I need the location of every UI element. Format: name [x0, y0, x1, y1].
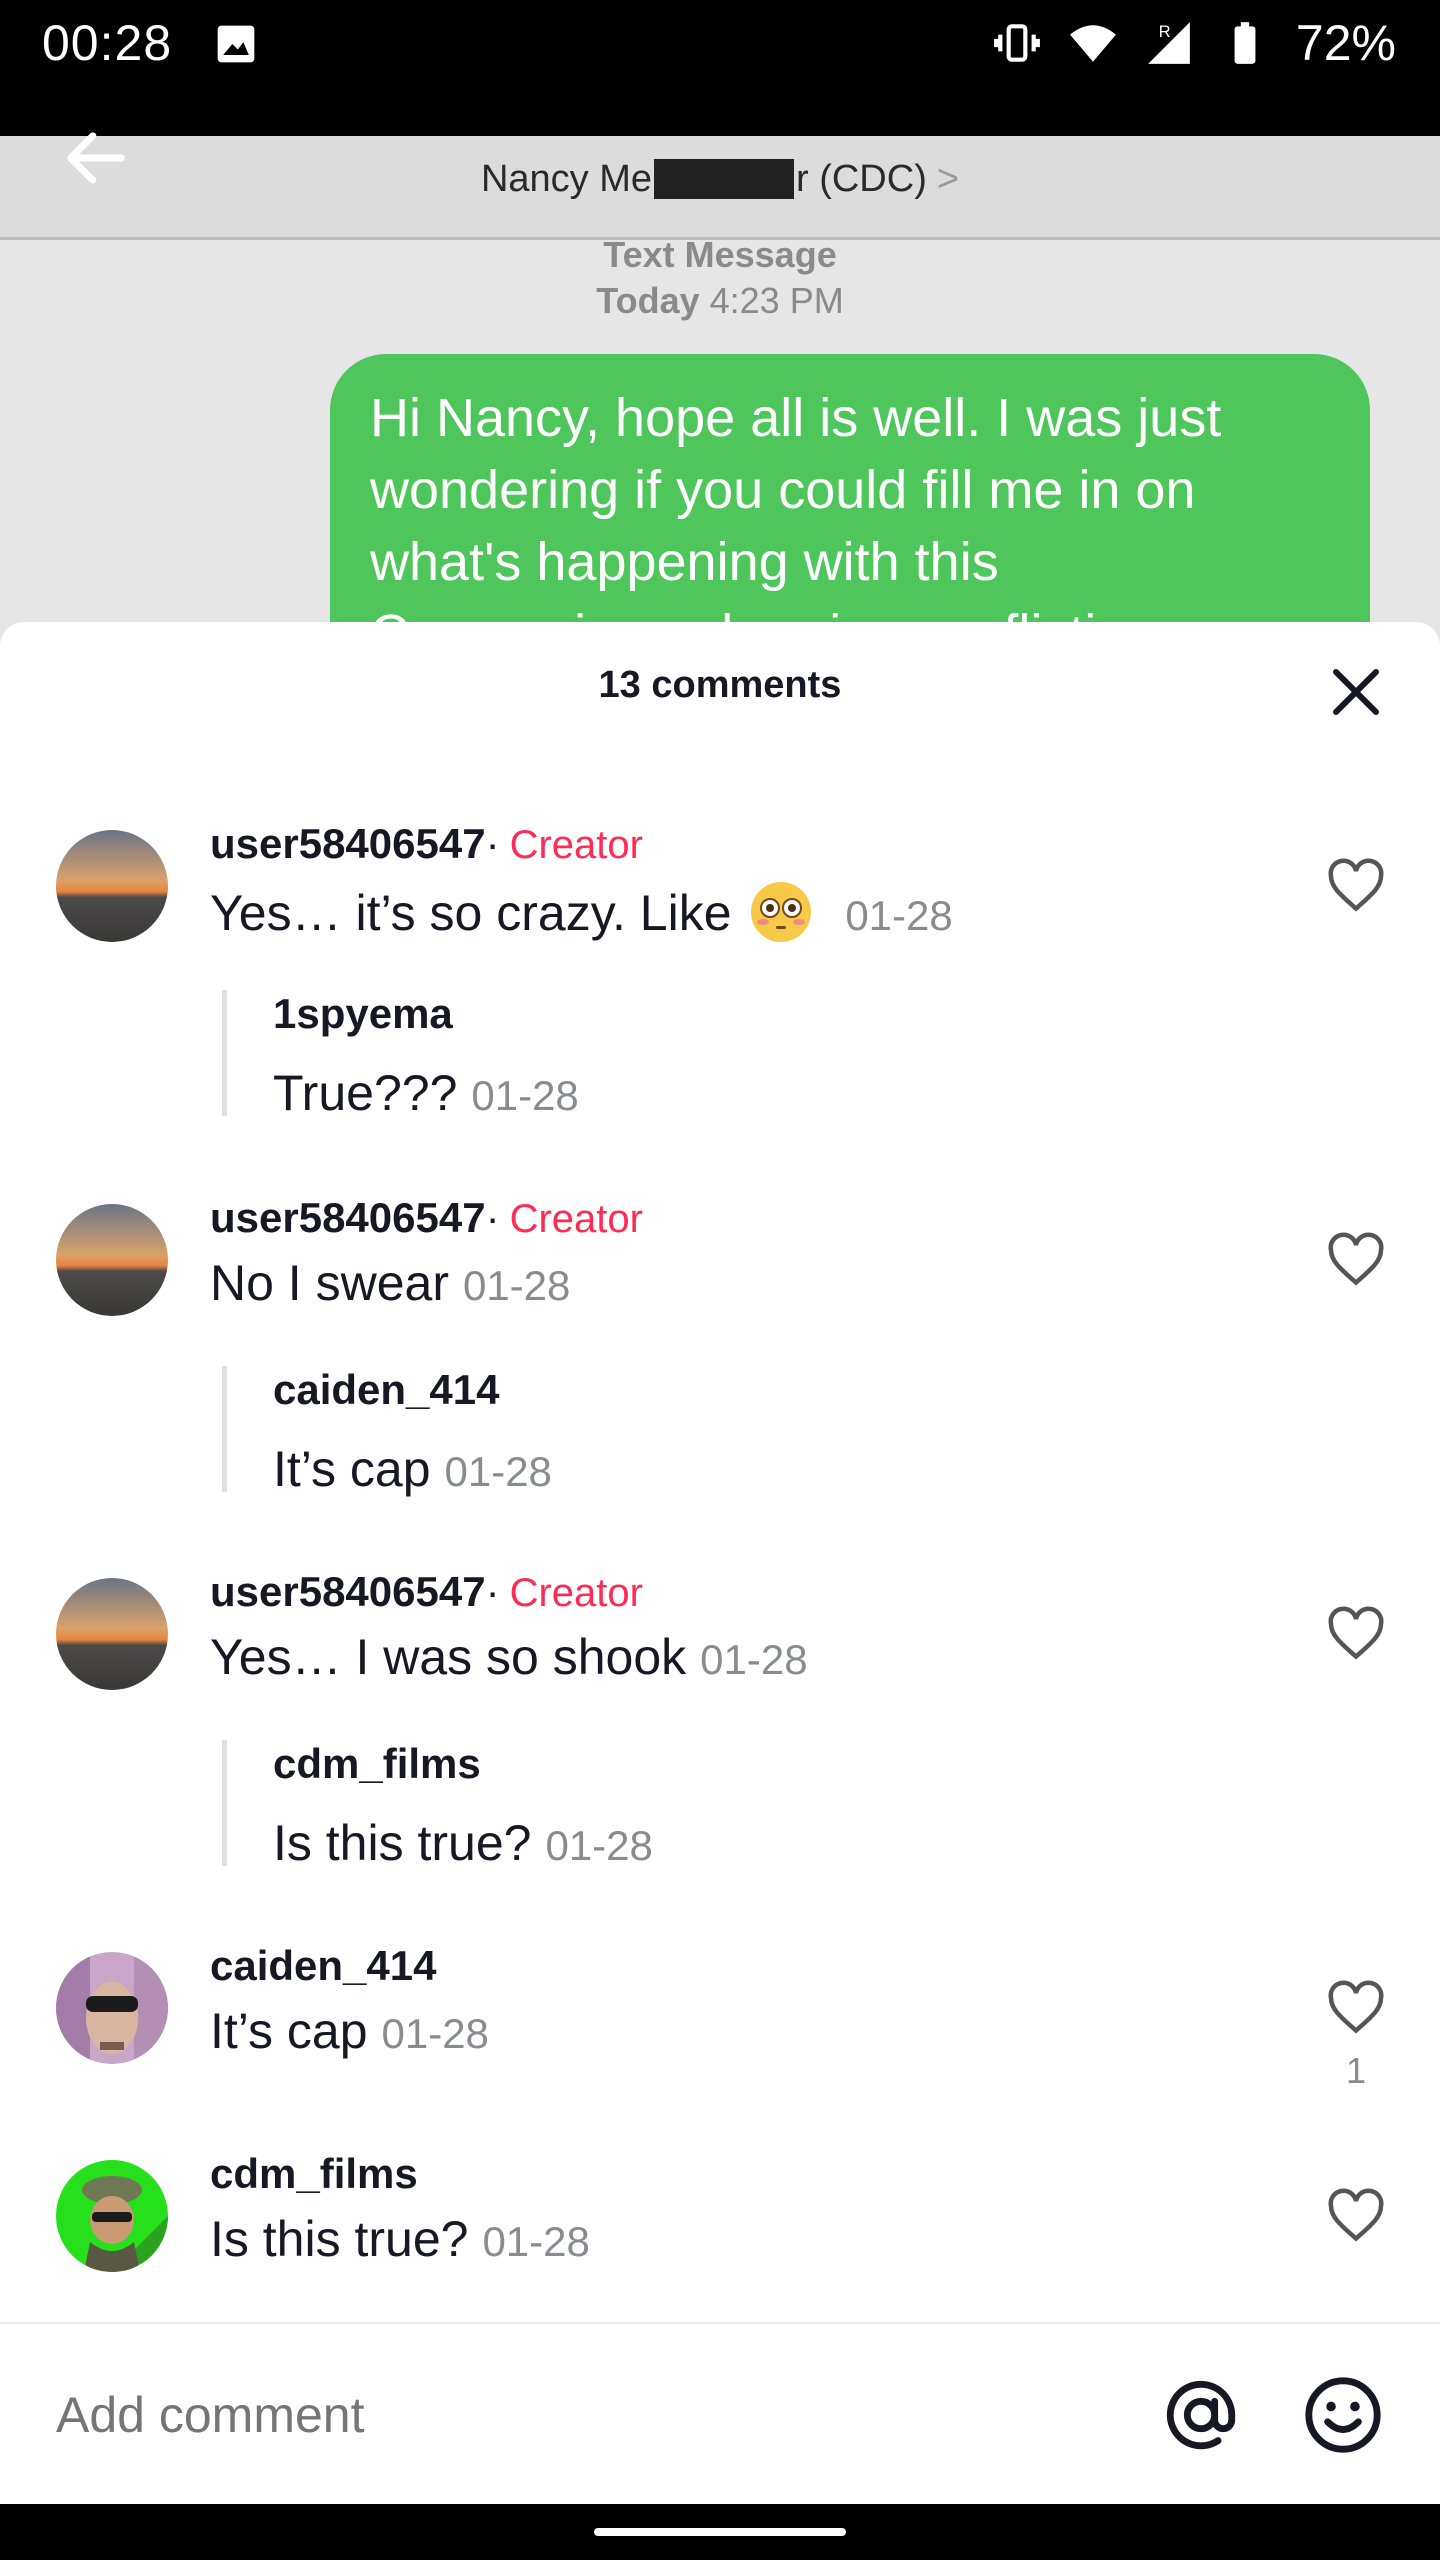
vibrate-icon	[994, 24, 1040, 62]
message-time: Today 4:23 PM	[596, 280, 844, 321]
comment-text: No I swear 01-28	[210, 1255, 571, 1311]
reply-text: True??? 01-28	[273, 1065, 579, 1121]
mention-icon[interactable]	[1160, 2374, 1242, 2456]
status-bar: 00:28 R 72%	[0, 0, 1440, 136]
creator-badge: Creator	[509, 1197, 643, 1241]
heart-icon[interactable]	[1326, 1980, 1386, 2036]
avatar[interactable]	[56, 1952, 168, 2064]
avatar[interactable]	[56, 830, 168, 942]
status-time: 00:28	[42, 15, 173, 71]
reply-text: It’s cap 01-28	[273, 1441, 552, 1497]
comment-username[interactable]: user58406547· Creator	[210, 1194, 643, 1242]
reply-username[interactable]: caiden_414	[273, 1366, 1322, 1426]
comment-date: 01-28	[482, 2218, 590, 2265]
avatar[interactable]	[56, 1204, 168, 1316]
creator-badge: Creator	[509, 1571, 643, 1615]
reply-date: 01-28	[471, 1072, 579, 1119]
comment-text: It’s cap 01-28	[210, 2003, 489, 2059]
reply-item: 1spyema True??? 01-28	[222, 990, 1322, 1121]
heart-icon[interactable]	[1326, 1606, 1386, 1662]
svg-text:R: R	[1159, 22, 1171, 41]
comments-sheet: 13 comments user58406547· Creator Yes… it…	[0, 622, 1440, 2504]
video-background[interactable]: Nancy Me r (CDC) > Text Message Today 4:23…	[0, 136, 1440, 656]
like-count: 1	[1345, 2050, 1366, 2091]
message-type: Text Message	[603, 234, 837, 275]
comment-username[interactable]: caiden_414	[210, 1942, 437, 1990]
emoji-icon[interactable]	[1302, 2374, 1384, 2456]
reply-username[interactable]: cdm_films	[273, 1740, 1322, 1800]
comment-date: 01-28	[700, 1636, 808, 1683]
heart-icon[interactable]	[1326, 858, 1386, 914]
reply-username[interactable]: 1spyema	[273, 990, 1322, 1050]
comment-text: Is this true? 01-28	[210, 2211, 590, 2267]
navigation-bar	[0, 2504, 1440, 2560]
comment-text: Yes… it’s so crazy. Like 01-28	[210, 880, 953, 944]
avatar[interactable]	[56, 1578, 168, 1690]
avatar[interactable]	[56, 2160, 168, 2272]
heart-icon[interactable]	[1326, 2188, 1386, 2244]
message-bubble: Hi Nancy, hope all is well. I was just w…	[330, 354, 1370, 656]
close-icon[interactable]	[1326, 662, 1386, 722]
reply-date: 01-28	[545, 1822, 653, 1869]
reply-item: caiden_414 It’s cap 01-28	[222, 1366, 1322, 1497]
battery-percent: 72%	[1295, 15, 1396, 71]
heart-icon[interactable]	[1326, 1232, 1386, 1288]
comment-username[interactable]: user58406547· Creator	[210, 820, 643, 868]
contact-name-start: Nancy Me	[480, 158, 652, 200]
contact-name: Nancy Me r (CDC) >	[0, 158, 1440, 201]
contact-name-end: r (CDC)	[796, 158, 927, 200]
home-gesture-handle[interactable]	[594, 2528, 846, 2536]
comment-input-bar	[0, 2322, 1440, 2504]
comment-date: 01-28	[381, 2010, 489, 2057]
back-arrow-icon[interactable]	[58, 120, 134, 196]
redaction-bar	[654, 159, 794, 199]
comment-date: 01-28	[462, 1262, 571, 1309]
comment-date: 01-28	[845, 892, 953, 939]
reply-date: 01-28	[444, 1448, 552, 1495]
comments-count: 13 comments	[598, 664, 842, 706]
message-meta: Text Message Today 4:23 PM	[0, 232, 1440, 324]
add-comment-input[interactable]	[56, 2386, 1056, 2444]
comment-text: Yes… I was so shook 01-28	[210, 1629, 808, 1685]
creator-badge: Creator	[509, 823, 643, 867]
reply-item: cdm_films Is this true? 01-28	[222, 1740, 1322, 1871]
signal-icon: R	[1148, 22, 1190, 64]
chevron-right-icon: >	[936, 158, 960, 200]
battery-icon	[1234, 22, 1256, 64]
wifi-icon	[1070, 25, 1116, 62]
image-icon	[217, 25, 255, 63]
reply-text: Is this true? 01-28	[273, 1815, 653, 1871]
comment-username[interactable]: cdm_films	[210, 2150, 418, 2198]
comment-username[interactable]: user58406547· Creator	[210, 1568, 643, 1616]
flushed-face-icon	[751, 882, 812, 942]
